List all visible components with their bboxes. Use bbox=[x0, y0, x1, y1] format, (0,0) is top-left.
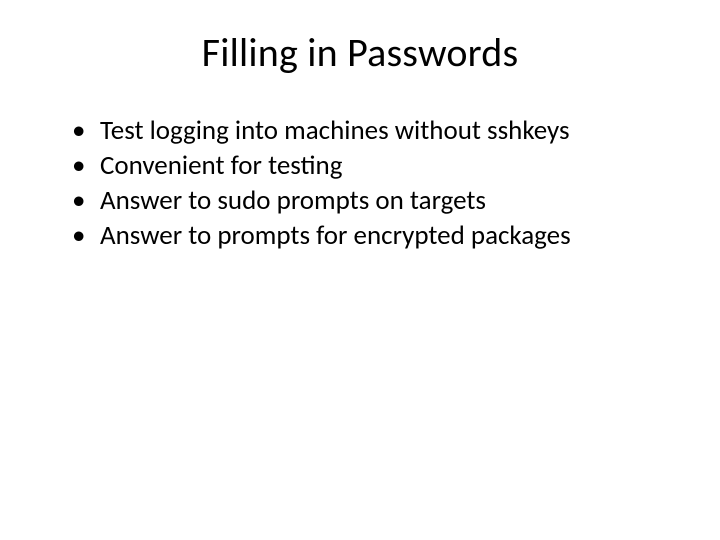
bullet-item: Answer to prompts for encrypted packages bbox=[72, 220, 670, 253]
slide-container: Filling in Passwords Test logging into m… bbox=[0, 0, 720, 540]
bullet-item: Answer to sudo prompts on targets bbox=[72, 185, 670, 218]
bullet-list: Test logging into machines without sshke… bbox=[50, 115, 670, 253]
slide-title: Filling in Passwords bbox=[50, 28, 670, 77]
bullet-item: Test logging into machines without sshke… bbox=[72, 115, 670, 148]
bullet-item: Convenient for testing bbox=[72, 150, 670, 183]
